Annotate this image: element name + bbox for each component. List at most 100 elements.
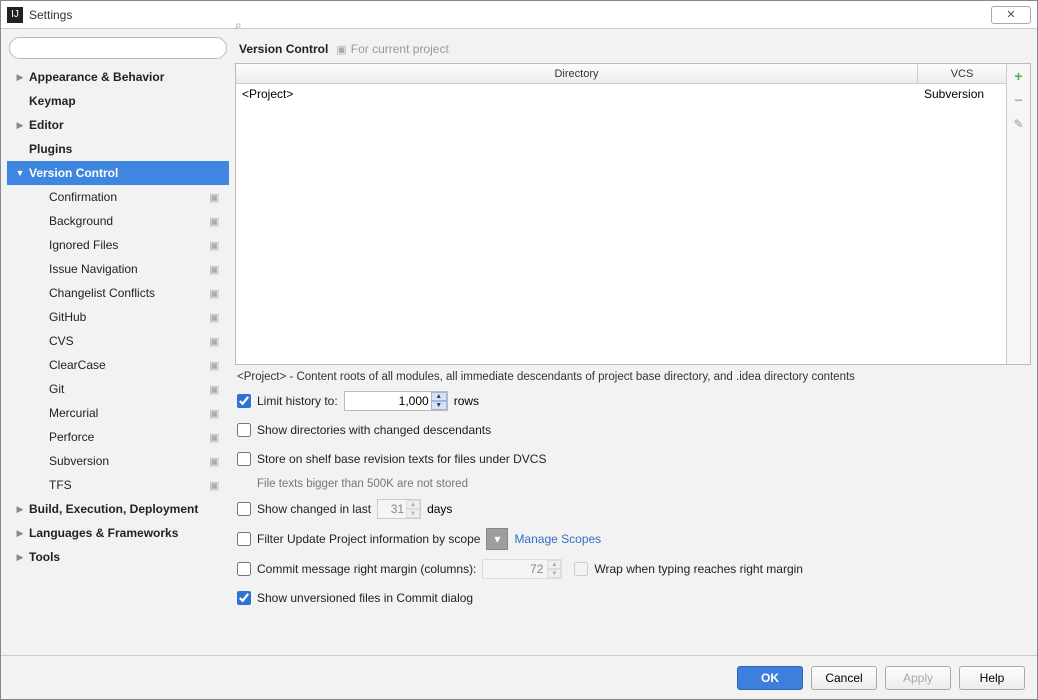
tree-item-background[interactable]: Background▣ <box>7 209 229 233</box>
settings-tree[interactable]: ▶Appearance & BehaviorKeymap▶EditorPlugi… <box>7 65 229 649</box>
tree-item-label: GitHub <box>47 310 209 324</box>
tree-item-label: Editor <box>27 118 223 132</box>
tree-item-clearcase[interactable]: ClearCase▣ <box>7 353 229 377</box>
tree-item-changelist-conflicts[interactable]: Changelist Conflicts▣ <box>7 281 229 305</box>
content-area: ⌕ ▶Appearance & BehaviorKeymap▶EditorPlu… <box>1 29 1037 655</box>
tree-item-version-control[interactable]: ▼Version Control <box>7 161 229 185</box>
show-changed-checkbox[interactable] <box>237 502 251 516</box>
project-level-icon: ▣ <box>209 215 223 228</box>
tree-item-perforce[interactable]: Perforce▣ <box>7 425 229 449</box>
manage-scopes-link[interactable]: Manage Scopes <box>514 532 601 546</box>
table-toolbar: + − ✎ <box>1006 64 1030 364</box>
table-header: Directory VCS <box>236 64 1006 84</box>
tree-item-build-execution-deployment[interactable]: ▶Build, Execution, Deployment <box>7 497 229 521</box>
titlebar: IJ Settings ✕ <box>1 1 1037 29</box>
search-input[interactable] <box>9 37 227 59</box>
tree-item-appearance-behavior[interactable]: ▶Appearance & Behavior <box>7 65 229 89</box>
project-level-icon: ▣ <box>209 431 223 444</box>
tree-item-label: ClearCase <box>47 358 209 372</box>
help-button[interactable]: Help <box>959 666 1025 690</box>
expand-icon: ▶ <box>13 72 27 83</box>
tree-item-git[interactable]: Git▣ <box>7 377 229 401</box>
limit-history-label: Limit history to: <box>257 394 338 408</box>
commit-margin-checkbox[interactable] <box>237 562 251 576</box>
remove-button[interactable]: − <box>1011 92 1027 108</box>
tree-item-plugins[interactable]: Plugins <box>7 137 229 161</box>
cell-directory: <Project> <box>236 87 918 101</box>
project-level-icon: ▣ <box>209 383 223 396</box>
tree-item-keymap[interactable]: Keymap <box>7 89 229 113</box>
table-body[interactable]: <Project>Subversion <box>236 84 1006 364</box>
sidebar: ⌕ ▶Appearance & BehaviorKeymap▶EditorPlu… <box>7 35 229 649</box>
opt-show-dirs: Show directories with changed descendant… <box>237 420 1029 440</box>
project-level-icon: ▣ <box>209 287 223 300</box>
tree-item-label: Changelist Conflicts <box>47 286 209 300</box>
tree-item-languages-frameworks[interactable]: ▶Languages & Frameworks <box>7 521 229 545</box>
tree-item-tfs[interactable]: TFS▣ <box>7 473 229 497</box>
expand-icon: ▶ <box>13 528 27 539</box>
tree-item-label: CVS <box>47 334 209 348</box>
opt-filter-scope: Filter Update Project information by sco… <box>237 528 1029 550</box>
project-level-icon: ▣ <box>209 455 223 468</box>
column-directory[interactable]: Directory <box>236 64 918 83</box>
project-description: <Project> - Content roots of all modules… <box>235 365 1031 391</box>
tree-item-confirmation[interactable]: Confirmation▣ <box>7 185 229 209</box>
filter-scope-checkbox[interactable] <box>237 532 251 546</box>
spinner-down-icon[interactable]: ▼ <box>431 401 447 410</box>
expand-icon: ▶ <box>13 504 27 515</box>
project-level-icon: ▣ <box>209 359 223 372</box>
tree-item-issue-navigation[interactable]: Issue Navigation▣ <box>7 257 229 281</box>
tree-item-tools[interactable]: ▶Tools <box>7 545 229 569</box>
tree-item-subversion[interactable]: Subversion▣ <box>7 449 229 473</box>
show-unversioned-checkbox[interactable] <box>237 591 251 605</box>
project-scope-text: For current project <box>351 42 449 56</box>
close-button[interactable]: ✕ <box>991 6 1031 24</box>
vcs-table-area: Directory VCS <Project>Subversion + − ✎ <box>235 63 1031 365</box>
tree-item-label: Tools <box>27 550 223 564</box>
tree-item-label: TFS <box>47 478 209 492</box>
ok-button[interactable]: OK <box>737 666 803 690</box>
tree-item-mercurial[interactable]: Mercurial▣ <box>7 401 229 425</box>
footer: OK Cancel Apply Help <box>1 655 1037 699</box>
store-shelf-checkbox[interactable] <box>237 452 251 466</box>
spinner-down-icon: ▼ <box>547 569 561 578</box>
column-vcs[interactable]: VCS <box>918 64 1006 83</box>
edit-button[interactable]: ✎ <box>1011 116 1027 132</box>
tree-item-github[interactable]: GitHub▣ <box>7 305 229 329</box>
show-dirs-checkbox[interactable] <box>237 423 251 437</box>
scope-dropdown[interactable]: ▾ <box>486 528 508 550</box>
store-shelf-hint: File texts bigger than 500K are not stor… <box>237 478 1029 490</box>
spinner-up-icon: ▲ <box>547 560 561 569</box>
search-wrap: ⌕ <box>7 35 229 65</box>
project-level-icon: ▣ <box>209 407 223 420</box>
tree-item-label: Build, Execution, Deployment <box>27 502 223 516</box>
table-row[interactable]: <Project>Subversion <box>236 84 1006 104</box>
spinner-up-icon: ▲ <box>406 500 420 509</box>
tree-item-label: Confirmation <box>47 190 209 204</box>
cancel-button[interactable]: Cancel <box>811 666 877 690</box>
tree-item-label: Mercurial <box>47 406 209 420</box>
opt-limit-history: Limit history to: ▲ ▼ rows <box>237 391 1029 411</box>
main-header: Version Control ▣ For current project <box>235 35 1031 63</box>
project-level-icon: ▣ <box>209 311 223 324</box>
limit-history-checkbox[interactable] <box>237 394 251 408</box>
wrap-checkbox <box>574 562 588 576</box>
tree-item-cvs[interactable]: CVS▣ <box>7 329 229 353</box>
show-changed-label: Show changed in last <box>257 502 371 516</box>
opt-show-unversioned: Show unversioned files in Commit dialog <box>237 588 1029 608</box>
project-scope-icon: ▣ <box>336 43 346 56</box>
spinner-up-icon[interactable]: ▲ <box>431 392 447 401</box>
commit-margin-spinner: ▲ ▼ <box>547 560 561 578</box>
tree-item-label: Background <box>47 214 209 228</box>
tree-item-editor[interactable]: ▶Editor <box>7 113 229 137</box>
add-button[interactable]: + <box>1011 68 1027 84</box>
tree-item-label: Languages & Frameworks <box>27 526 223 540</box>
limit-history-spinner[interactable]: ▲ ▼ <box>431 392 447 410</box>
filter-scope-label: Filter Update Project information by sco… <box>257 532 480 546</box>
apply-button: Apply <box>885 666 951 690</box>
window-title: Settings <box>29 8 991 22</box>
vcs-table: Directory VCS <Project>Subversion <box>236 64 1006 364</box>
tree-item-ignored-files[interactable]: Ignored Files▣ <box>7 233 229 257</box>
options-panel: Limit history to: ▲ ▼ rows Show director… <box>235 391 1031 608</box>
tree-item-label: Appearance & Behavior <box>27 70 223 84</box>
